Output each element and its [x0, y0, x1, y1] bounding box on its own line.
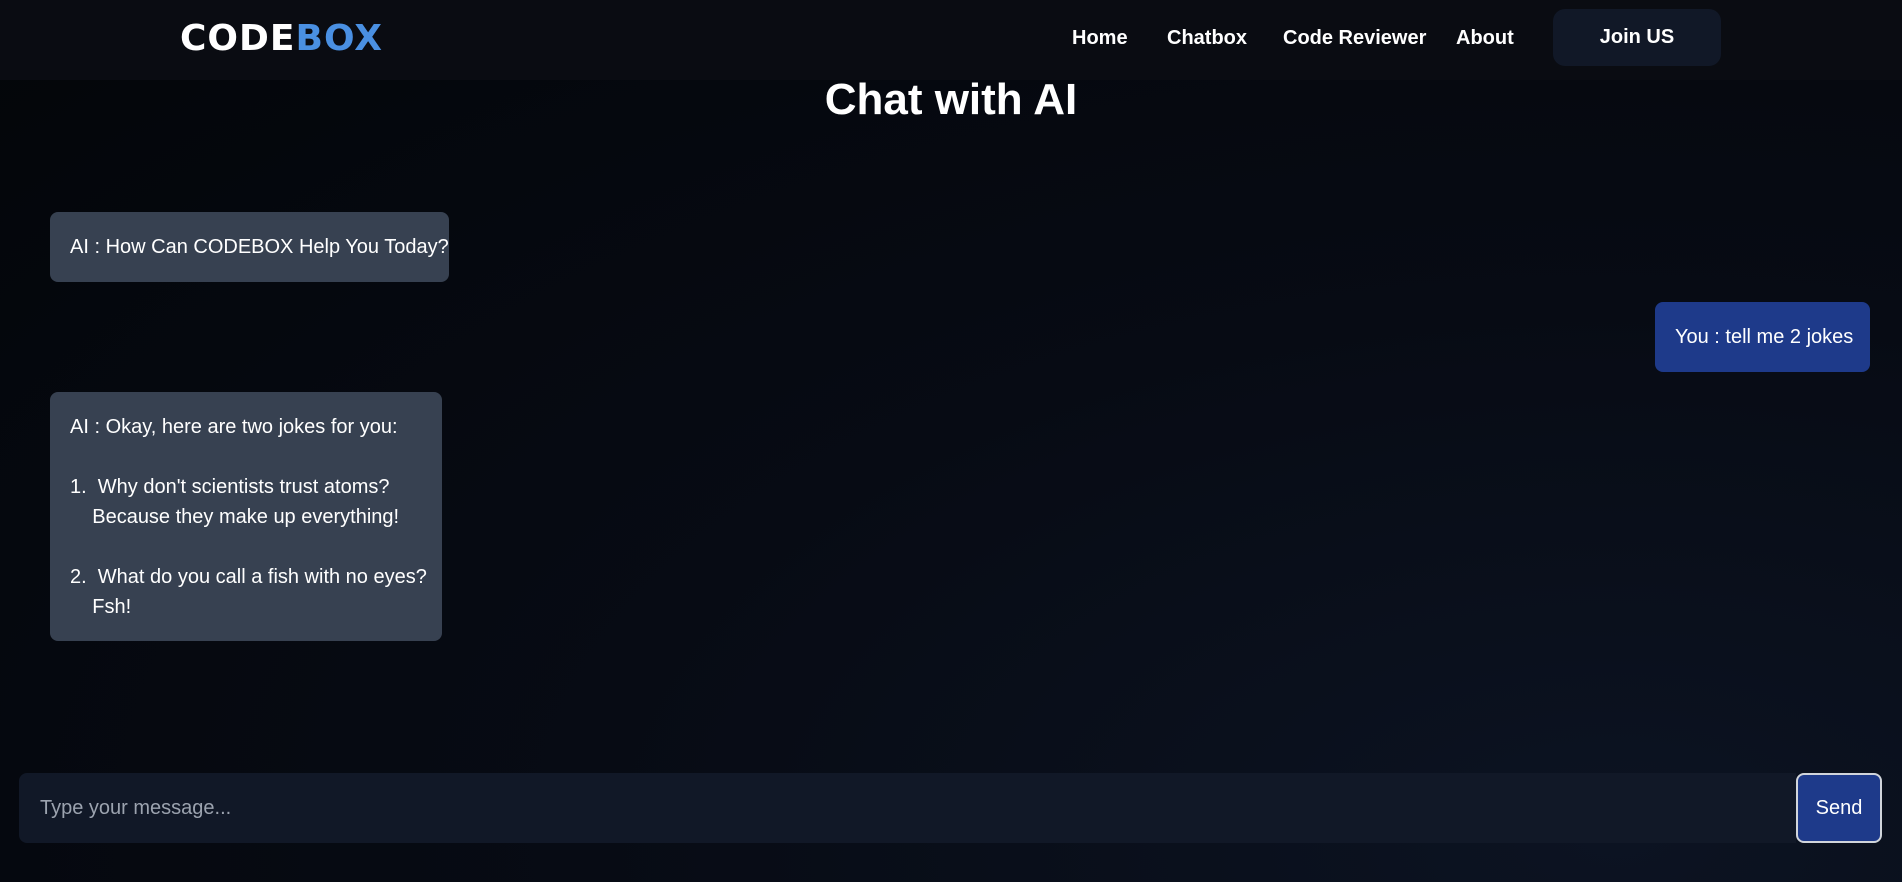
nav-chatbox[interactable]: Chatbox [1167, 27, 1247, 50]
join-us-button[interactable]: Join US [1553, 9, 1721, 66]
message-input[interactable] [19, 773, 1796, 843]
top-navbar: CODEBOX Home Chatbox Code Reviewer About… [0, 0, 1902, 80]
joke-2-question: 2. What do you call a fish with no eyes? [70, 566, 427, 588]
joke-1-answer: Because they make up everything! [70, 506, 400, 528]
page-title: Chat with AI [824, 75, 1078, 124]
nav-code-reviewer[interactable]: Code Reviewer [1283, 27, 1426, 50]
send-button[interactable]: Send [1796, 773, 1882, 843]
ai-message-bubble: AI : How Can CODEBOX Help You Today? [50, 212, 449, 282]
joke-2-answer: Fsh! [70, 596, 132, 618]
nav-about[interactable]: About [1456, 27, 1514, 50]
message-spacer [70, 532, 422, 562]
message-text: AI : How Can CODEBOX Help You Today? [70, 236, 449, 258]
joke-1-question: 1. Why don't scientists trust atoms? [70, 476, 390, 498]
user-message-bubble: You : tell me 2 jokes [1655, 302, 1870, 372]
message-text: AI : Okay, here are two jokes for you: [70, 416, 398, 438]
nav-home[interactable]: Home [1072, 27, 1128, 50]
message-text: You : tell me 2 jokes [1675, 326, 1854, 348]
message-composer: Send [19, 773, 1883, 843]
message-spacer [70, 442, 422, 472]
ai-message-bubble: AI : Okay, here are two jokes for you: 1… [50, 392, 442, 641]
